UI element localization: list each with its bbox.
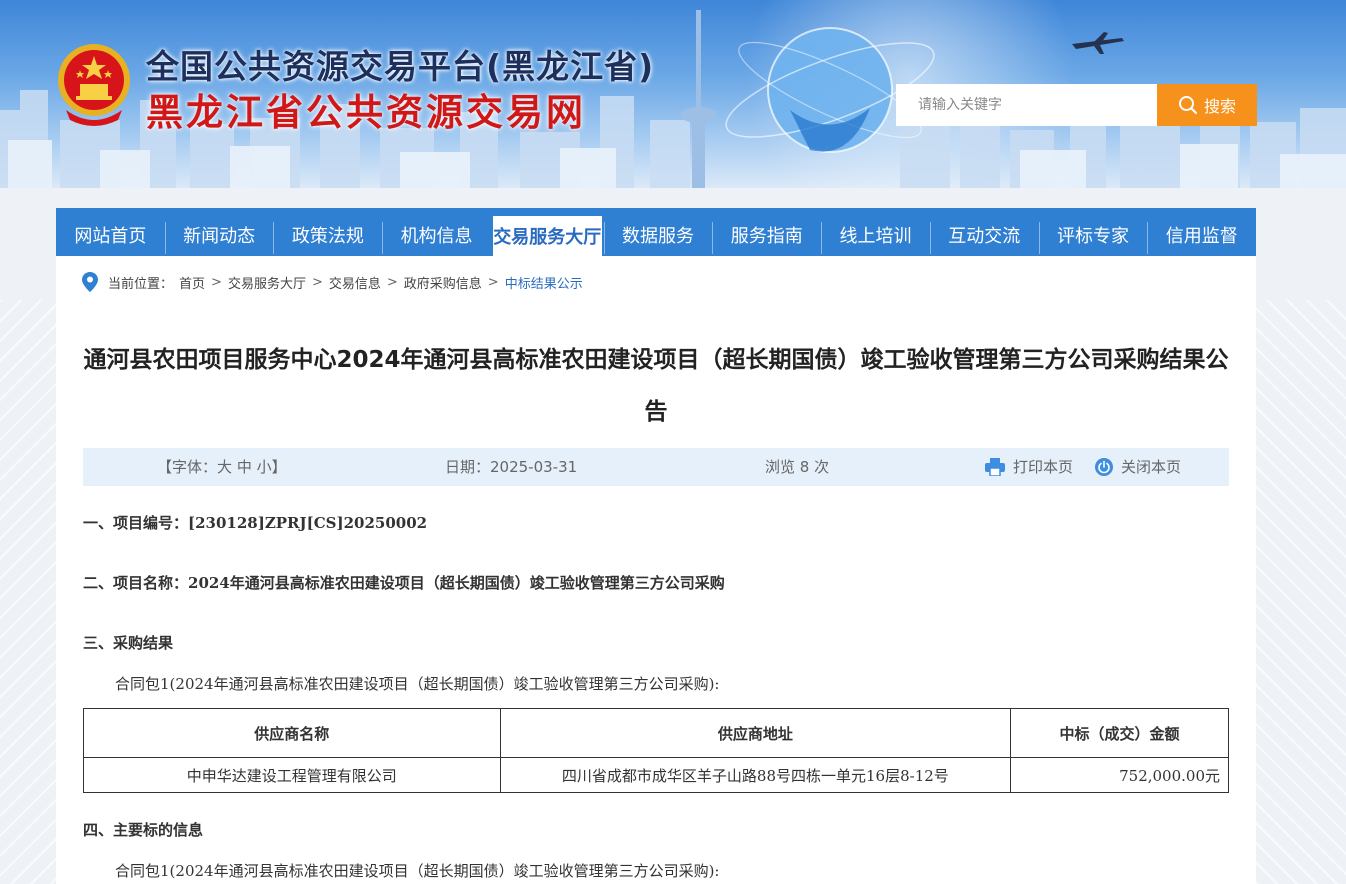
font-size-switcher: 【字体：大 中 小】 bbox=[157, 448, 287, 486]
search-icon bbox=[1178, 96, 1198, 115]
view-count: 浏览 8 次 bbox=[765, 458, 830, 476]
main-nav: 网站首页 新闻动态 政策法规 机构信息 交易服务大厅 数据服务 服务指南 线上培… bbox=[56, 208, 1256, 256]
location-pin-icon bbox=[82, 272, 98, 292]
nav-item-online-training[interactable]: 线上培训 bbox=[821, 208, 930, 256]
table-header-row: 供应商名称 供应商地址 中标（成交）金额 bbox=[83, 708, 1229, 758]
contract-package-text: 合同包1(2024年通河县高标准农田建设项目（超长期国债）竣工验收管理第三方公司… bbox=[115, 675, 720, 693]
print-page-label: 打印本页 bbox=[1013, 458, 1074, 476]
breadcrumb-separator: > bbox=[211, 274, 222, 290]
breadcrumb-gov-procurement[interactable]: 政府采购信息 bbox=[404, 273, 482, 292]
nav-item-data-service[interactable]: 数据服务 bbox=[603, 208, 713, 256]
search-input[interactable] bbox=[896, 84, 1157, 126]
nav-item-home[interactable]: 网站首页 bbox=[56, 208, 165, 256]
breadcrumb: 当前位置： 首页 > 交易服务大厅 > 交易信息 > 政府采购信息 > 中标结果… bbox=[82, 272, 583, 292]
section-project-name: 二、项目名称：2024年通河县高标准农田建设项目（超长期国债）竣工验收管理第三方… bbox=[83, 574, 725, 592]
bid-amount-cell: 752,000.00元 bbox=[1010, 757, 1229, 793]
nav-item-service-guide[interactable]: 服务指南 bbox=[712, 208, 821, 256]
result-table: 供应商名称 供应商地址 中标（成交）金额 中申华达建设工程管理有限公司 四川省成… bbox=[83, 708, 1229, 793]
font-size-medium[interactable]: 中 bbox=[237, 458, 252, 476]
header-banner: 全国公共资源交易平台(黑龙江省) 黑龙江省公共资源交易网 搜索 bbox=[0, 0, 1346, 188]
article-title: 通河县农田项目服务中心2024年通河县高标准农田建设项目（超长期国债）竣工验收管… bbox=[83, 347, 1229, 425]
table-row: 中申华达建设工程管理有限公司 四川省成都市成华区羊子山路88号四栋一单元16层8… bbox=[83, 757, 1229, 793]
section-project-number: 一、项目编号：[230128]ZPRJ[CS]20250002 bbox=[83, 514, 428, 532]
nav-item-credit[interactable]: 信用监督 bbox=[1147, 208, 1256, 256]
breadcrumb-separator: > bbox=[311, 274, 323, 290]
platform-title: 全国公共资源交易平台(黑龙江省) bbox=[146, 47, 655, 86]
section-main-subject: 四、主要标的信息 bbox=[83, 821, 204, 839]
contract-package-text: 合同包1(2024年通河县高标准农田建设项目（超长期国债）竣工验收管理第三方公司… bbox=[115, 862, 720, 880]
nav-item-interaction[interactable]: 互动交流 bbox=[929, 208, 1039, 256]
nav-item-policy[interactable]: 政策法规 bbox=[273, 208, 382, 256]
column-header-supplier-address: 供应商地址 bbox=[499, 708, 1012, 758]
breadcrumb-separator: > bbox=[487, 274, 499, 290]
background-pattern-left bbox=[0, 300, 56, 884]
close-page-label: 关闭本页 bbox=[1121, 458, 1182, 476]
font-size-suffix: 】 bbox=[271, 458, 287, 476]
background-pattern-right bbox=[1256, 300, 1346, 884]
national-emblem-icon bbox=[58, 44, 130, 126]
breadcrumb-trading-info[interactable]: 交易信息 bbox=[329, 273, 381, 292]
column-header-bid-amount: 中标（成交）金额 bbox=[1010, 708, 1229, 758]
site-title: 黑龙江省公共资源交易网 bbox=[146, 91, 586, 134]
article-meta-bar: 【字体：大 中 小】 日期：2025-03-31 浏览 8 次 打印本页 关闭本… bbox=[83, 448, 1229, 486]
font-size-prefix: 【字体： bbox=[157, 458, 218, 476]
nav-item-news[interactable]: 新闻动态 bbox=[164, 208, 274, 256]
power-close-icon bbox=[1095, 458, 1113, 476]
nav-item-institutions[interactable]: 机构信息 bbox=[382, 208, 491, 256]
nav-item-trading-hall[interactable]: 交易服务大厅 bbox=[492, 216, 602, 256]
breadcrumb-current[interactable]: 中标结果公示 bbox=[505, 273, 583, 292]
close-page-button[interactable]: 关闭本页 bbox=[1095, 448, 1181, 486]
column-header-supplier-name: 供应商名称 bbox=[83, 708, 501, 758]
section-procurement-result: 三、采购结果 bbox=[83, 634, 174, 652]
printer-icon bbox=[985, 458, 1005, 476]
font-size-large[interactable]: 大 bbox=[217, 458, 232, 476]
search-button[interactable]: 搜索 bbox=[1157, 84, 1257, 126]
breadcrumb-trading-hall[interactable]: 交易服务大厅 bbox=[228, 273, 306, 292]
supplier-address-cell: 四川省成都市成华区羊子山路88号四栋一单元16层8-12号 bbox=[499, 757, 1012, 793]
breadcrumb-prefix: 当前位置： bbox=[108, 276, 174, 292]
nav-item-experts[interactable]: 评标专家 bbox=[1038, 208, 1148, 256]
breadcrumb-separator: > bbox=[386, 274, 398, 290]
search-button-label: 搜索 bbox=[1203, 97, 1236, 116]
supplier-name-cell: 中申华达建设工程管理有限公司 bbox=[83, 757, 501, 793]
font-size-small[interactable]: 小 bbox=[257, 458, 272, 476]
print-page-button[interactable]: 打印本页 bbox=[985, 448, 1073, 486]
publish-date: 日期：2025-03-31 bbox=[445, 458, 578, 476]
breadcrumb-home[interactable]: 首页 bbox=[179, 273, 205, 292]
main-content: 当前位置： 首页 > 交易服务大厅 > 交易信息 > 政府采购信息 > 中标结果… bbox=[56, 256, 1256, 884]
